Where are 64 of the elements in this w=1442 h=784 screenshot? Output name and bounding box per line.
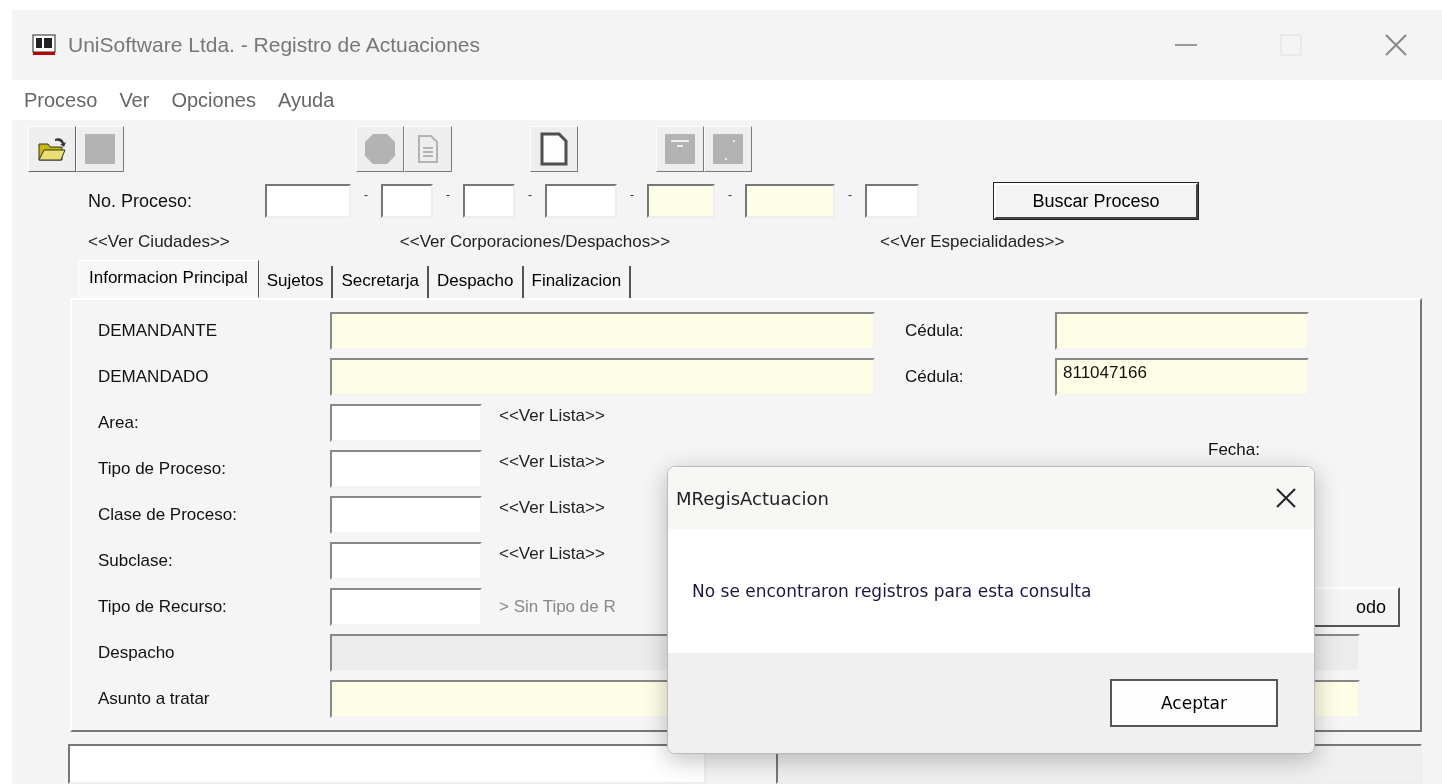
field-label: Subclase: <box>98 551 174 571</box>
link[interactable]: <<Ver Lista>> <box>499 452 605 472</box>
text-field[interactable] <box>330 358 875 396</box>
lines-icon <box>663 132 697 166</box>
document-icon <box>416 134 440 164</box>
search-process-button[interactable]: Buscar Proceso <box>994 183 1198 219</box>
dots-icon <box>711 132 745 166</box>
square-icon <box>83 132 117 166</box>
note-text: > Sin Tipo de R <box>499 597 616 617</box>
app-logo-icon <box>32 34 56 56</box>
folder-icon <box>37 136 67 162</box>
menu-item[interactable]: Ayuda <box>277 86 335 114</box>
close-icon[interactable] <box>1275 487 1297 509</box>
process-number-field[interactable] <box>463 184 515 218</box>
separator-mark: - <box>527 188 533 202</box>
window-title: UniSoftware Ltda. - Registro de Actuaciones <box>68 33 482 57</box>
menu-item[interactable]: Opciones <box>171 86 256 114</box>
text-field[interactable] <box>330 588 482 626</box>
toolbar-button[interactable] <box>28 126 76 172</box>
accept-button[interactable]: Aceptar <box>1110 679 1278 727</box>
field-label: Area: <box>98 413 140 433</box>
text-field[interactable] <box>1055 312 1309 350</box>
tab[interactable]: Informacion Principal <box>78 260 259 298</box>
text-field[interactable] <box>330 404 482 442</box>
text-field[interactable]: 811047166 <box>1055 358 1309 396</box>
field-label: No. Proceso: <box>88 190 194 212</box>
field-label: Tipo de Recurso: <box>98 597 228 617</box>
separator-mark: - <box>727 188 733 202</box>
field-label: DEMANDANTE <box>98 321 218 341</box>
page-icon <box>539 132 569 166</box>
process-number-field[interactable] <box>647 184 715 218</box>
text-field[interactable] <box>330 312 875 350</box>
field-label: Fecha: <box>1208 440 1260 460</box>
process-number-field[interactable] <box>381 184 433 218</box>
dialog-message: No se encontraron registros para esta consulta <box>692 581 1092 601</box>
separator-mark: - <box>445 188 451 202</box>
separator-mark: - <box>363 188 369 202</box>
separator-mark: - <box>629 188 635 202</box>
menu-item[interactable]: Proceso <box>24 86 98 114</box>
link[interactable]: <<Ver Lista>> <box>499 498 605 518</box>
link[interactable]: <<Ver Especialidades>> <box>880 232 1065 252</box>
field-label: Despacho <box>98 643 176 663</box>
text-field[interactable] <box>330 542 482 580</box>
dialog-title: MRegisActuacion <box>676 487 830 509</box>
field-label: Cédula: <box>905 367 965 387</box>
text-field[interactable] <box>330 450 482 488</box>
link[interactable]: <<Ver Lista>> <box>499 406 605 426</box>
field-label: Asunto a tratar <box>98 689 211 709</box>
minimize-icon[interactable] <box>1174 44 1197 46</box>
process-number-field[interactable] <box>545 184 617 218</box>
process-number-field[interactable] <box>745 184 835 218</box>
text-field[interactable] <box>68 744 706 784</box>
field-label: DEMANDADO <box>98 367 210 387</box>
field-label: Clase de Proceso: <box>98 505 238 525</box>
link[interactable]: <<Ver Ciudades>> <box>88 232 230 252</box>
process-number-field[interactable] <box>865 184 919 218</box>
menu-item[interactable]: Ver <box>119 86 150 114</box>
field-label: Cédula: <box>905 321 965 341</box>
link[interactable]: <<Ver Corporaciones/Despachos>> <box>399 232 671 252</box>
link[interactable]: <<Ver Lista>> <box>499 544 605 564</box>
separator-mark: - <box>847 188 853 202</box>
text-field[interactable] <box>330 496 482 534</box>
process-number-field[interactable] <box>265 184 351 218</box>
field-label: Tipo de Proceso: <box>98 459 227 479</box>
